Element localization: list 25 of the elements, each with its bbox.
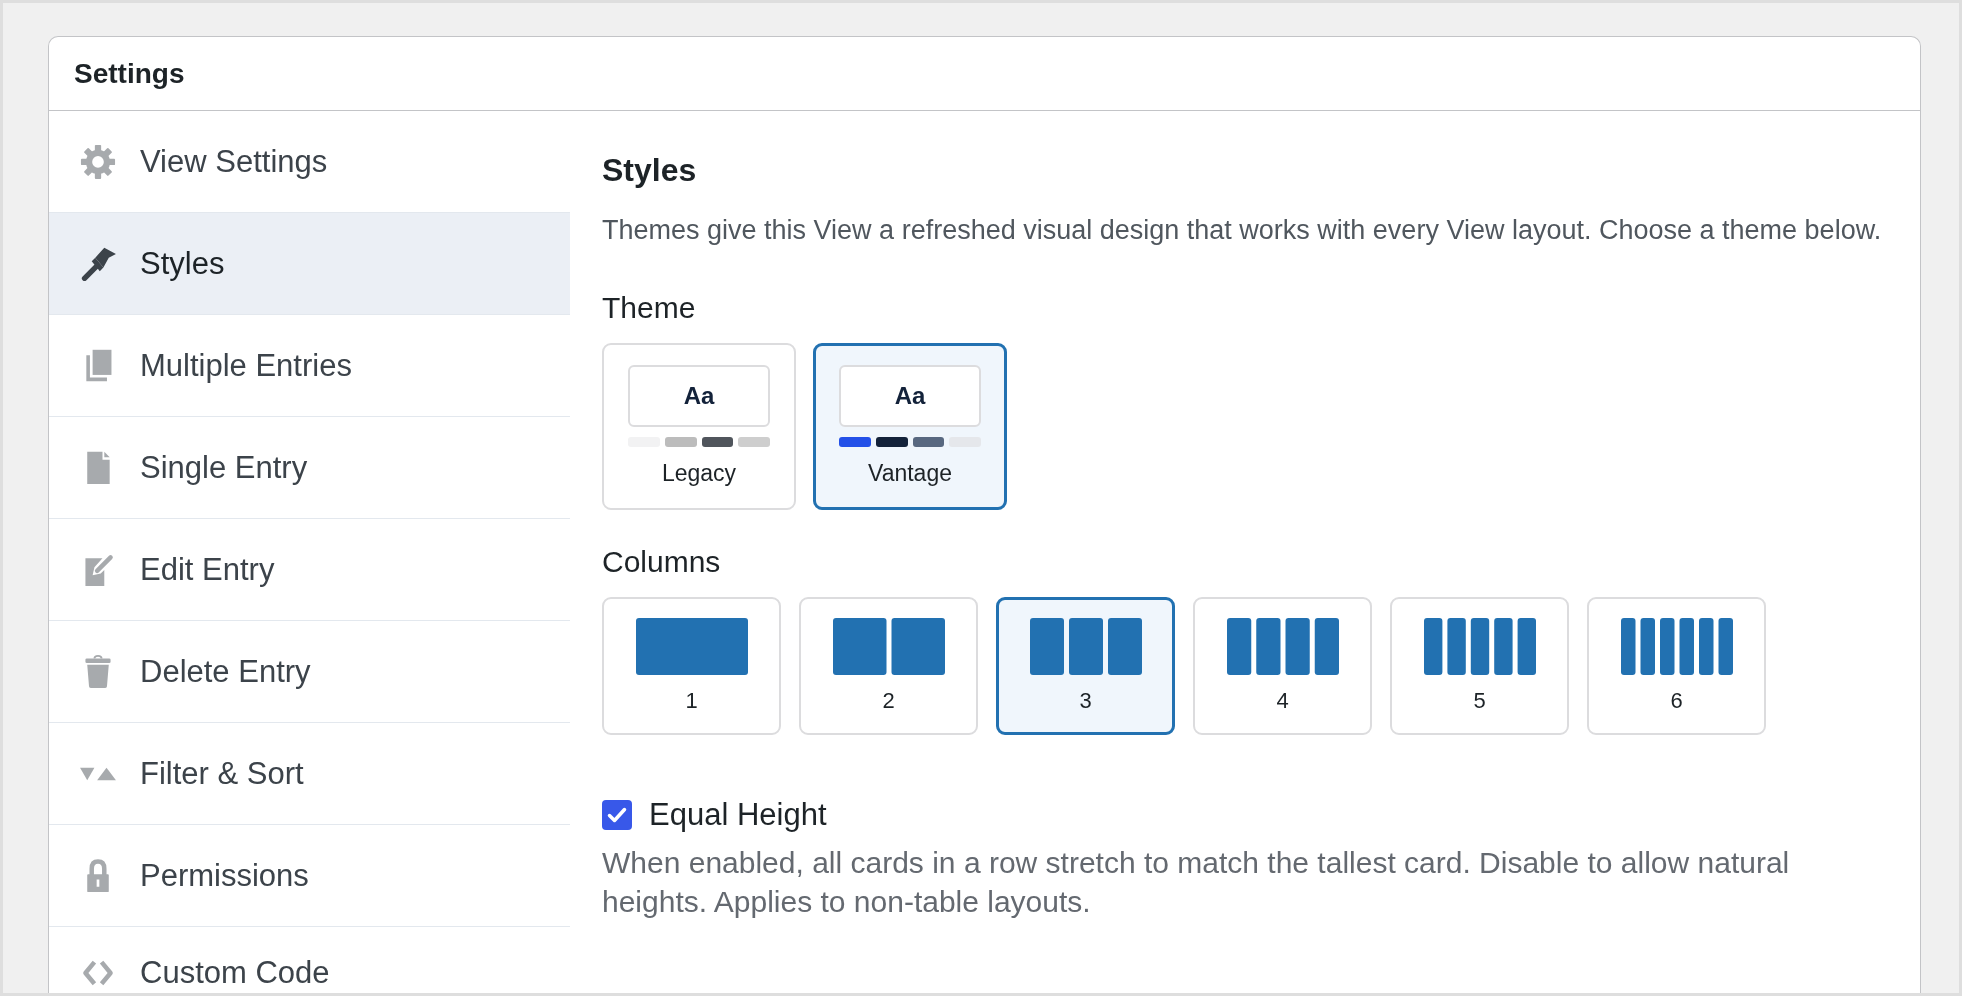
checkbox-label: Equal Height <box>649 797 827 833</box>
section-heading: Styles <box>602 152 697 188</box>
panel-title: Settings <box>74 56 185 91</box>
column-option[interactable]: 2 <box>799 597 978 735</box>
column-option[interactable]: 6 <box>1587 597 1766 735</box>
theme-option[interactable]: Aa Legacy <box>602 343 796 510</box>
help-text: When enabled, all cards in a row stretch to match the tallest card. Disable to allow natural heights. Applies to non-table layouts. <box>602 845 1791 920</box>
theme-option[interactable]: Aa Vantage <box>813 343 1007 510</box>
column-option[interactable]: 5 <box>1390 597 1569 735</box>
column-option[interactable]: 1 <box>602 597 781 735</box>
columns-layout-icon <box>1423 618 1536 675</box>
sample-text: Aa <box>894 381 926 411</box>
sidebar-item[interactable]: Styles <box>49 213 570 315</box>
field-label: Theme <box>602 290 696 326</box>
columns-layout-icon <box>635 618 748 675</box>
section-description: Themes give this View a refreshed visual design that works with every View layout. Choose a theme below. <box>602 214 1882 247</box>
columns-layout-icon <box>1620 618 1733 675</box>
field-label: Columns <box>602 544 721 580</box>
column-option[interactable]: 3 <box>996 597 1175 735</box>
columns-layout-icon <box>1226 618 1339 675</box>
column-option[interactable]: 4 <box>1193 597 1372 735</box>
checkbox[interactable] <box>602 800 632 830</box>
columns-layout-icon <box>832 618 945 675</box>
columns-layout-icon <box>1029 618 1142 675</box>
sample-text: Aa <box>683 381 715 411</box>
